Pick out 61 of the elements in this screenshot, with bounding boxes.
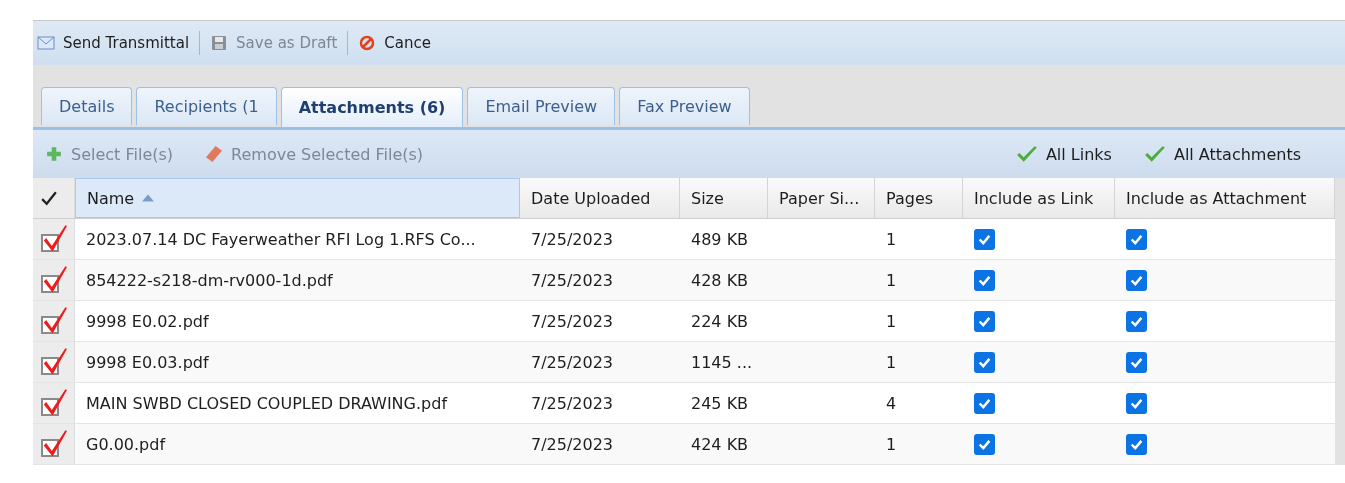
check-icon <box>41 190 57 206</box>
table-cell-text: 854222-s218-dm-rv000-1d.pdf <box>85 269 334 292</box>
column-header[interactable]: Size <box>680 178 768 218</box>
cancel-icon <box>358 35 377 51</box>
table-cell-text: 7/25/2023 <box>530 433 615 456</box>
table-cell-text: 1 <box>885 351 898 374</box>
column-header[interactable]: Include as Link <box>963 178 1115 218</box>
checkbox[interactable] <box>974 310 995 332</box>
table-cell-text: 424 KB <box>690 433 750 456</box>
table-cell-text: 7/25/2023 <box>530 310 615 333</box>
select-all-header[interactable] <box>33 178 75 218</box>
column-header[interactable]: Paper Si... <box>768 178 875 218</box>
checkbox[interactable] <box>974 228 995 250</box>
tab[interactable]: Recipients (1 <box>136 87 277 125</box>
table-cell-text: G0.00.pdf <box>85 433 167 456</box>
table-cell-text: 1 <box>885 228 898 251</box>
tab[interactable]: Attachments (6) <box>280 87 464 127</box>
column-header[interactable]: Name <box>75 178 520 218</box>
checkbox[interactable] <box>1126 351 1147 373</box>
table-cell-text: 1 <box>885 433 898 456</box>
column-header[interactable]: Date Uploaded <box>520 178 680 218</box>
checkbox[interactable] <box>1126 433 1147 455</box>
toolbar-button[interactable]: All Attachments <box>1139 142 1305 166</box>
checkbox[interactable] <box>1126 392 1147 414</box>
sort-ascending-icon <box>142 194 155 202</box>
table-cell-text: 224 KB <box>690 310 750 333</box>
checkbox[interactable] <box>1126 310 1147 332</box>
checkbox[interactable] <box>1126 228 1147 250</box>
toolbar-button[interactable]: Send Transmittal <box>33 32 194 54</box>
table-cell-text: 7/25/2023 <box>530 351 615 374</box>
plus-icon <box>45 146 63 162</box>
table-cell-text: 1145 ... <box>690 351 754 374</box>
table-cell-text: 7/25/2023 <box>530 269 615 292</box>
checkbox[interactable] <box>974 392 995 414</box>
checkbox[interactable] <box>974 351 995 373</box>
envelope-icon <box>37 35 55 51</box>
check-icon <box>1143 145 1166 163</box>
tab[interactable]: Email Preview <box>467 87 616 125</box>
table-cell-text: 7/25/2023 <box>530 392 615 415</box>
table-cell-text: 489 KB <box>690 228 750 251</box>
eraser-icon <box>205 146 224 162</box>
column-header[interactable]: Include as Attachment <box>1115 178 1335 218</box>
checkbox[interactable] <box>1126 269 1147 291</box>
checkbox[interactable] <box>974 433 995 455</box>
table-cell-text: 1 <box>885 269 898 292</box>
tab[interactable]: Fax Preview <box>619 87 750 125</box>
column-header[interactable]: Pages <box>875 178 963 218</box>
check-icon <box>1015 145 1038 163</box>
table-cell-text: 428 KB <box>690 269 750 292</box>
table-cell-text: 7/25/2023 <box>530 228 615 251</box>
checkbox[interactable] <box>974 269 995 291</box>
table-cell-text: 9998 E0.02.pdf <box>85 310 210 333</box>
table-cell-text: 4 <box>885 392 898 415</box>
table-cell-text: 1 <box>885 310 898 333</box>
table-cell-text: MAIN SWBD CLOSED COUPLED DRAWING.pdf <box>85 392 449 415</box>
table-cell-text: 2023.07.14 DC Fayerweather RFI Log 1.RFS Co... <box>85 228 477 251</box>
tab[interactable]: Details <box>41 87 133 125</box>
toolbar-button[interactable]: All Links <box>1011 142 1116 166</box>
table-cell-text: 245 KB <box>690 392 750 415</box>
table-cell-text: 9998 E0.03.pdf <box>85 351 210 374</box>
toolbar-button[interactable]: Cance <box>354 32 435 54</box>
